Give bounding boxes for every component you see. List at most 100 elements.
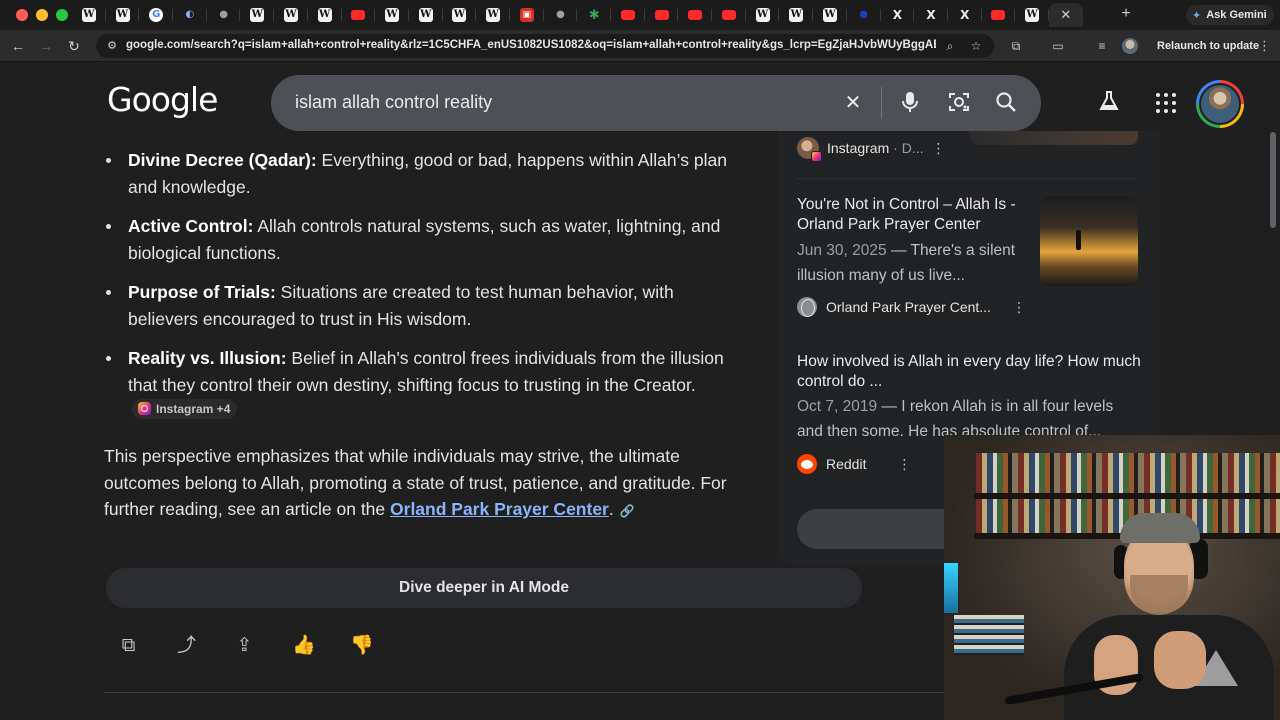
browser-tab[interactable] — [611, 3, 645, 27]
citation-chip[interactable]: Instagram +4 — [132, 398, 238, 419]
clear-icon[interactable]: ✕ — [841, 91, 865, 115]
browser-tab[interactable] — [342, 3, 376, 27]
browser-menu-icon[interactable]: ⋮ — [1258, 38, 1271, 54]
bookshelf-row — [976, 453, 1280, 493]
browser-tab[interactable]: W — [72, 3, 106, 27]
source-card-publisher[interactable]: Orland Park Prayer Cent... ⋮ — [797, 297, 1026, 317]
source-card-thumbnail[interactable] — [1040, 196, 1138, 286]
relaunch-button[interactable]: Relaunch to update — [1148, 35, 1259, 57]
export-doc-icon[interactable]: ⤴ — [176, 634, 197, 658]
link-icon[interactable]: 🔗 — [620, 498, 635, 525]
browser-tab[interactable]: W — [813, 3, 847, 27]
search-input[interactable]: islam allah control reality — [295, 92, 492, 113]
browser-tab[interactable] — [678, 3, 712, 27]
back-button[interactable]: ← — [8, 36, 28, 56]
share-icon[interactable]: ⇪ — [234, 634, 255, 658]
overview-bullet: Divine Decree (Qadar): Everything, good … — [104, 147, 744, 200]
wikipedia-icon: W — [385, 8, 400, 22]
browser-tab[interactable]: W — [274, 3, 308, 27]
blue-dot-icon: ● — [859, 9, 869, 20]
source-menu-icon[interactable]: ⋮ — [931, 140, 945, 157]
search-box[interactable]: islam allah control reality ✕ — [271, 75, 1041, 131]
youtube-icon — [991, 10, 1006, 20]
red-square-icon: ▣ — [519, 8, 534, 22]
green-star-icon: ✱ — [588, 7, 600, 23]
source-thumbnail-top[interactable] — [970, 131, 1138, 145]
browser-tab[interactable]: W — [375, 3, 409, 27]
active-tab[interactable]: ✕ — [1048, 3, 1083, 27]
book-stack — [954, 615, 1024, 655]
search-icon[interactable] — [994, 91, 1018, 115]
browser-tab[interactable] — [645, 3, 679, 27]
browser-tab[interactable]: ▣ — [510, 3, 544, 27]
browser-tab[interactable]: W — [746, 3, 780, 27]
browser-tab[interactable]: W — [308, 3, 342, 27]
source-menu-icon[interactable]: ⋮ — [897, 456, 911, 473]
browser-tab[interactable]: X — [948, 3, 982, 27]
browser-tab[interactable]: ● — [207, 3, 241, 27]
page-scrollbar[interactable] — [1270, 132, 1276, 228]
card-divider — [797, 178, 1137, 179]
overview-bullet: Active Control: Allah controls natural s… — [104, 213, 744, 266]
browser-tab[interactable]: ✱ — [577, 3, 611, 27]
browser-tab[interactable]: W — [240, 3, 274, 27]
source-card-title[interactable]: How involved is Allah in every day life?… — [797, 352, 1142, 392]
browser-tab[interactable]: G — [139, 3, 173, 27]
x-icon: X — [960, 8, 970, 22]
tab-list: W W G ◐ ● W W W W W W W ▣ ● ✱ W W W ● X X X W ✕ — [72, 3, 1083, 27]
browser-tab[interactable]: ● — [847, 3, 881, 27]
wikipedia-icon: W — [755, 8, 770, 22]
zoom-search-icon[interactable]: ⌕ — [942, 38, 958, 54]
thumbs-down-icon[interactable]: 👎 — [350, 634, 374, 658]
google-logo[interactable]: Google — [107, 80, 218, 119]
wikipedia-icon: W — [822, 8, 837, 22]
address-url[interactable]: google.com/search?q=islam+allah+control+… — [126, 39, 936, 51]
dive-deeper-ai-mode-button[interactable]: Dive deeper in AI Mode — [106, 568, 862, 608]
browser-tab[interactable]: X — [881, 3, 915, 27]
extensions-icon[interactable]: ⧉ — [1008, 38, 1024, 54]
orland-park-link[interactable]: Orland Park Prayer Center — [390, 499, 609, 519]
browser-tab[interactable]: ◐ — [173, 3, 207, 27]
browser-tab[interactable]: W — [779, 3, 813, 27]
apps-grid-icon[interactable] — [1156, 93, 1176, 113]
bullet-term: Active Control: — [128, 216, 254, 236]
browser-tab[interactable]: W — [106, 3, 140, 27]
browser-tab[interactable]: W — [1015, 3, 1049, 27]
labs-flask-icon[interactable] — [1096, 90, 1122, 116]
site-info-icon[interactable]: ⚙ — [104, 38, 120, 54]
browser-tab[interactable]: W — [409, 3, 443, 27]
profile-avatar-small[interactable] — [1122, 38, 1138, 54]
browser-tab[interactable] — [712, 3, 746, 27]
address-bar[interactable]: ⚙ google.com/search?q=islam+allah+contro… — [96, 34, 994, 58]
browser-tab[interactable] — [982, 3, 1016, 27]
source-instagram[interactable]: Instagram · D... ⋮ — [797, 137, 945, 162]
browser-tab[interactable]: ● — [544, 3, 578, 27]
thumbs-up-icon[interactable]: 👍 — [292, 634, 316, 658]
forward-button[interactable]: → — [36, 36, 56, 56]
maximize-window-button[interactable] — [56, 9, 68, 21]
source-card-publisher[interactable]: Reddit ⋮ — [797, 454, 911, 474]
close-window-button[interactable] — [16, 9, 28, 21]
reload-button[interactable]: ↻ — [64, 36, 84, 56]
copy-icon[interactable]: ⧉ — [118, 634, 139, 658]
browser-tab[interactable]: W — [443, 3, 477, 27]
account-avatar[interactable] — [1196, 80, 1244, 128]
wikipedia-icon: W — [1025, 8, 1040, 22]
youtube-icon — [654, 10, 669, 20]
lens-camera-icon[interactable] — [947, 91, 971, 115]
x-icon: X — [892, 8, 902, 22]
new-tab-button[interactable]: + — [1118, 5, 1134, 25]
browser-tab[interactable]: W — [476, 3, 510, 27]
reading-list-icon[interactable]: ≡ — [1094, 38, 1110, 54]
microphone-icon[interactable] — [898, 91, 922, 115]
minimize-window-button[interactable] — [36, 9, 48, 21]
close-tab-icon[interactable]: ✕ — [1060, 7, 1071, 23]
instagram-icon — [811, 151, 822, 162]
browser-tab[interactable]: X — [914, 3, 948, 27]
bookmark-star-icon[interactable]: ☆ — [968, 38, 984, 54]
ask-gemini-button[interactable]: ✦ Ask Gemini — [1186, 5, 1274, 25]
source-card-title[interactable]: You're Not in Control – Allah Is - Orlan… — [797, 195, 1029, 235]
sidepanel-icon[interactable]: ▭ — [1050, 38, 1066, 54]
source-menu-icon[interactable]: ⋮ — [1012, 299, 1026, 316]
youtube-icon — [688, 10, 703, 20]
